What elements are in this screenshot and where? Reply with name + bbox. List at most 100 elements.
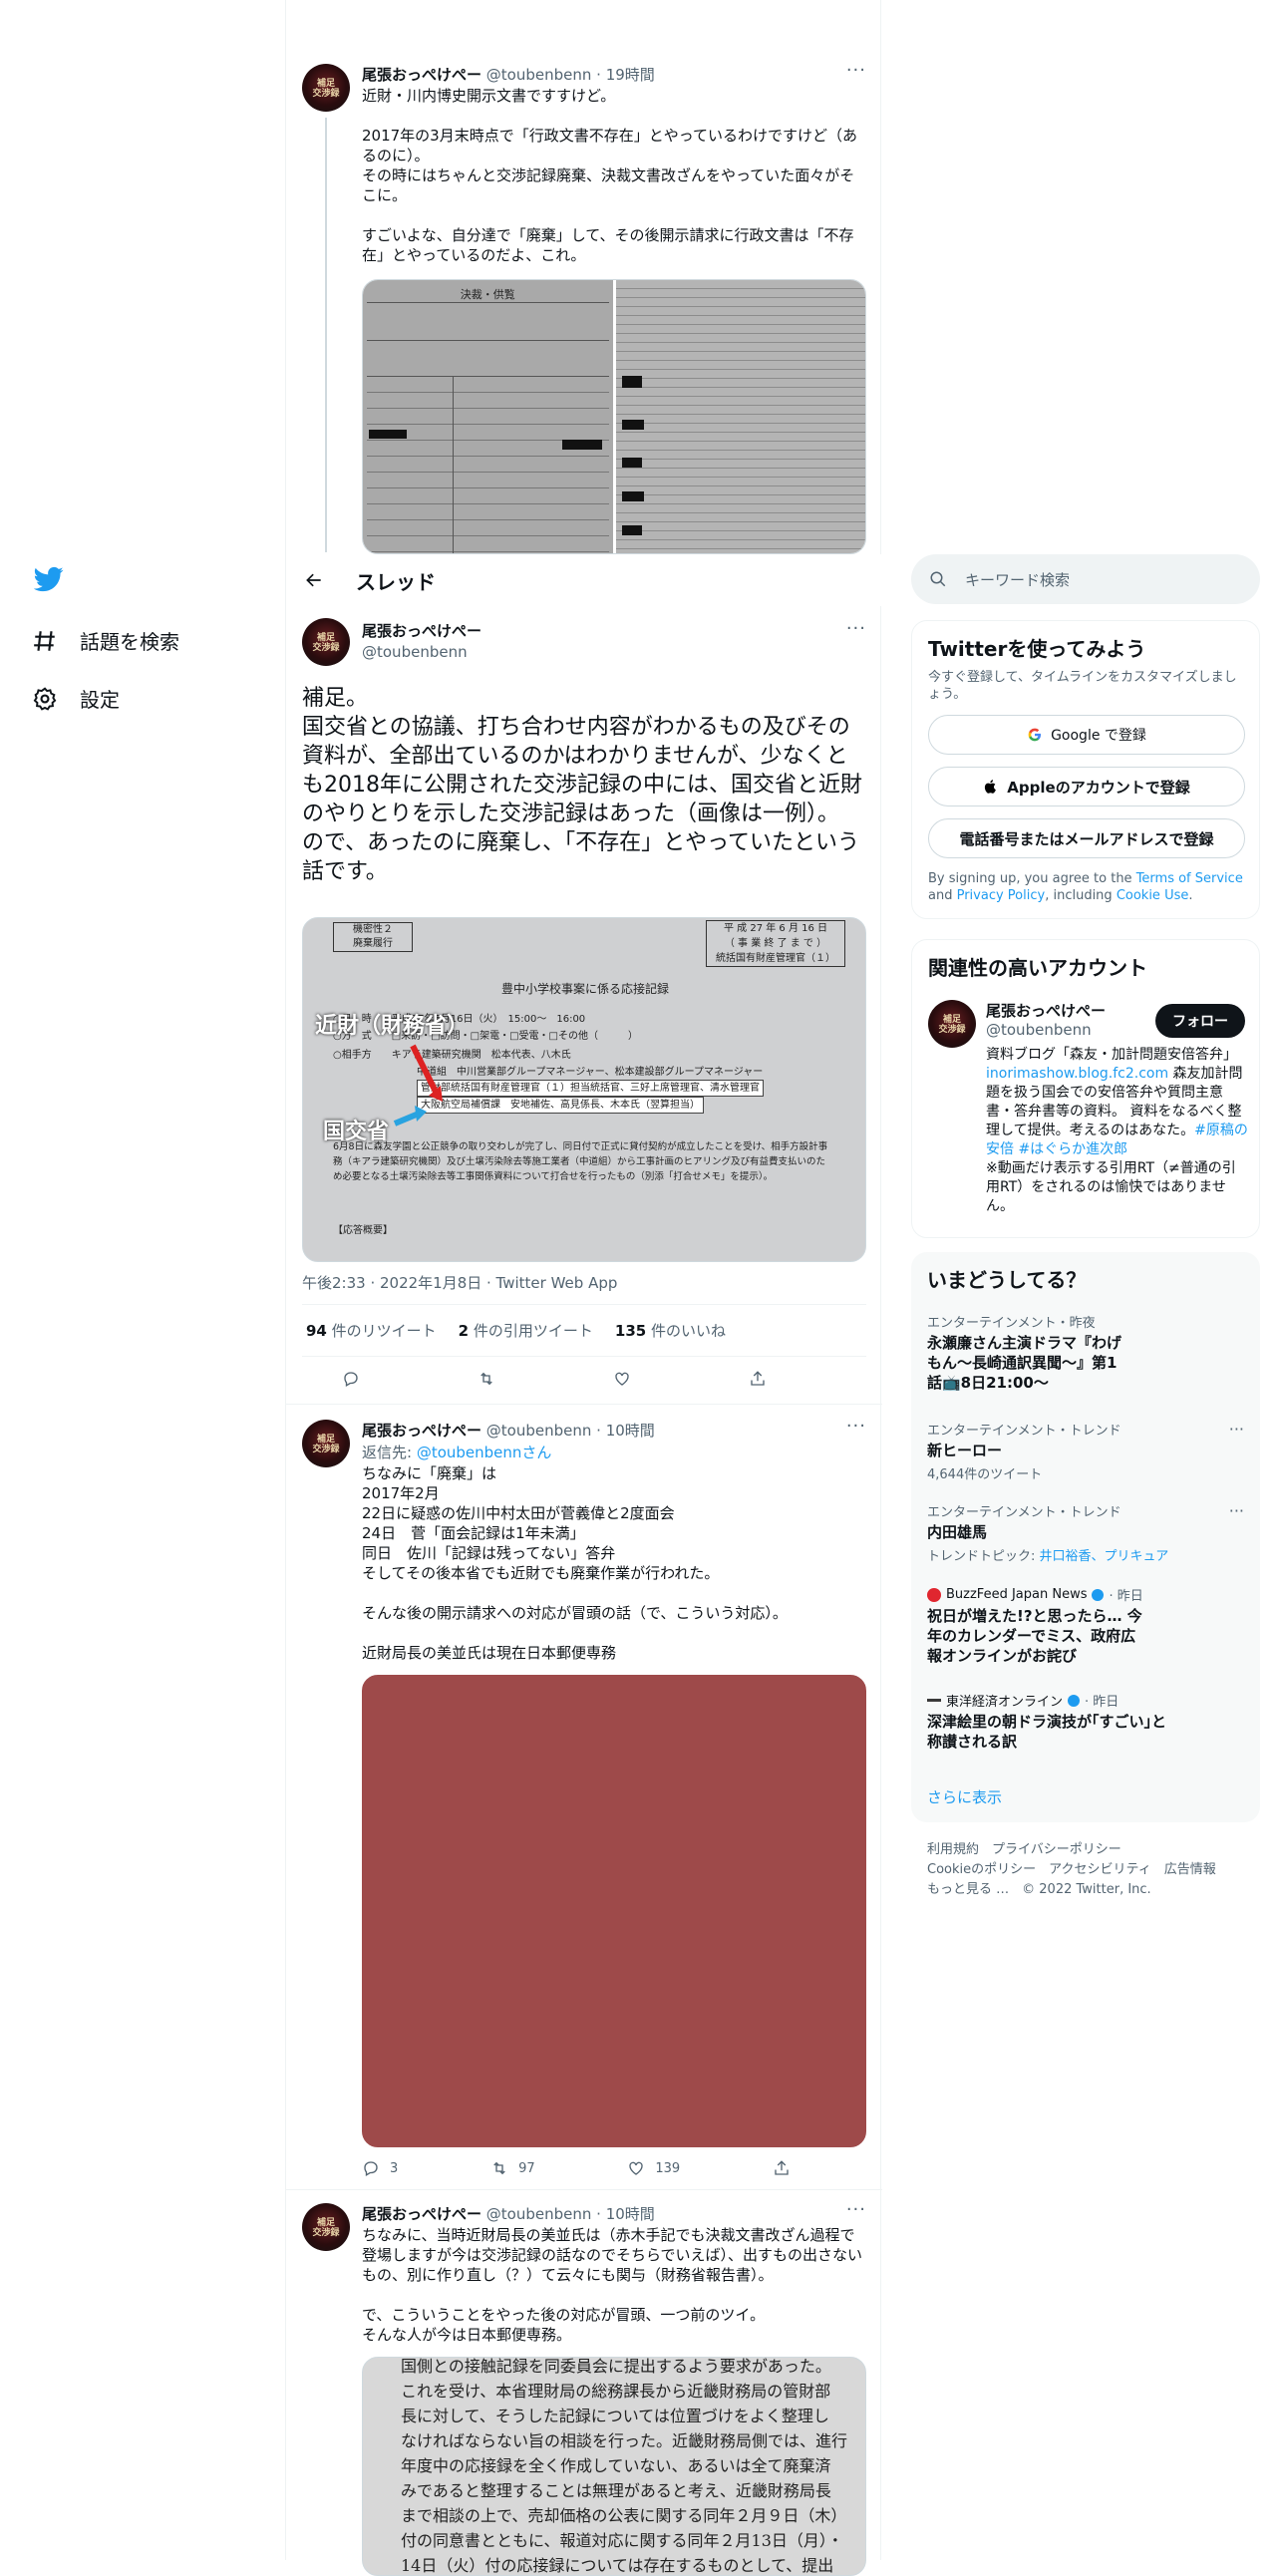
tweet-text: ちなみに、当時近財局長の美並氏は（赤木手記でも決裁文書改ざん過程で登場しますが今… — [362, 2226, 863, 2344]
share-button[interactable] — [773, 2159, 791, 2177]
buzzfeed-logo-icon — [927, 1587, 941, 1602]
tweet-time[interactable]: · 19時間 — [596, 66, 655, 84]
avatar[interactable]: 補足 交渉録 — [302, 618, 350, 666]
retweet-button[interactable] — [478, 1370, 495, 1388]
show-more-link[interactable]: さらに表示 — [927, 1786, 1002, 1807]
footer-ads[interactable]: 広告情報 — [1164, 1862, 1216, 1877]
more-icon[interactable]: ··· — [846, 2199, 866, 2220]
doc-line: 国側との接触記録を同委員会に提出するよう要求があった。 — [401, 2357, 831, 2376]
phone-email-signup-button[interactable]: 電話番号またはメールアドレスで登録 — [928, 818, 1245, 858]
avatar[interactable]: 補足 交渉録 — [302, 1420, 350, 1467]
share-icon — [775, 2160, 789, 2175]
search-box[interactable]: キーワード検索 — [911, 554, 1260, 604]
news-item[interactable]: 東洋経済オンライン · 昨日 深津絵里の朝ドラ演技が｢すごい｣と称讃される訳 — [927, 1691, 1244, 1752]
quote-count[interactable]: 2 件の引用ツイート — [459, 1320, 593, 1341]
news-item[interactable]: BuzzFeed Japan News · 昨日 祝日が増えた!?と思ったら… 今… — [927, 1585, 1244, 1666]
like-count: 139 — [655, 2160, 681, 2176]
reply-button[interactable] — [342, 1370, 360, 1388]
author-name[interactable]: 尾張おっぺけぺー — [362, 620, 481, 641]
avatar[interactable]: 補足 交渉録 — [928, 1000, 976, 1048]
author-handle[interactable]: @toubenbenn — [486, 66, 592, 84]
trend-item[interactable]: エンターテインメント・昨夜 永瀬廉さん主演ドラマ『わげもん～長崎通訳異聞～』第1… — [927, 1312, 1244, 1393]
more-icon[interactable]: ··· — [1229, 1420, 1244, 1439]
like-count[interactable]: 135 件のいいね — [615, 1320, 726, 1341]
back-button[interactable] — [286, 570, 342, 590]
share-button[interactable] — [749, 1370, 767, 1388]
tweet-media[interactable]: 決裁・供覧 — [362, 279, 866, 554]
retweet-button[interactable]: 97 — [490, 2159, 535, 2177]
gear-icon — [33, 686, 57, 711]
nav-explore[interactable]: 話題を検索 — [32, 626, 179, 655]
privacy-link[interactable]: Privacy Policy — [957, 888, 1046, 903]
footer-copyright: © 2022 Twitter, Inc. — [1022, 1882, 1151, 1897]
footer-more[interactable]: もっと見る … — [927, 1882, 1009, 1897]
arrows-overlay — [393, 1044, 443, 1127]
tweet-media[interactable]: 機密性２ 廃棄履行 平 成 27 年 6 月 16 日 （ 事 業 終 了 ま … — [302, 917, 866, 1262]
main-tweet-actions — [342, 1370, 767, 1388]
arrow-left-icon — [306, 573, 321, 587]
twitter-logo[interactable] — [33, 564, 64, 594]
avatar[interactable]: 補足 交渉録 — [302, 64, 350, 112]
author-name[interactable]: 尾張おっぺけぺー — [362, 1422, 481, 1440]
footer-terms[interactable]: 利用規約 — [927, 1842, 979, 1857]
nav-settings[interactable]: 設定 — [32, 684, 120, 713]
trend-topic: トレンドトピック: 井口裕香、プリキュア — [927, 1549, 1169, 1564]
tweet-media[interactable]: 国側との接触記録を同委員会に提出するよう要求があった。 これを受け、本省理財局の… — [362, 2357, 866, 2576]
trend-title: 新ヒーロー — [927, 1442, 1003, 1459]
thread-line — [325, 118, 327, 552]
tweet-time[interactable]: · 10時間 — [596, 2205, 655, 2223]
more-icon[interactable]: ··· — [1229, 1501, 1244, 1520]
follow-button[interactable]: フォロー — [1155, 1004, 1245, 1038]
footer-links: 利用規約 プライバシーポリシー Cookieのポリシー アクセシビリティ 広告情… — [927, 1840, 1246, 1900]
hashtag-icon — [34, 630, 55, 651]
tweet-text: 近財・川内博史開示文書ですすけど。 2017年の3月末時点で「行政文書不存在」と… — [362, 87, 857, 264]
author-handle[interactable]: @toubenbenn — [362, 643, 481, 661]
reply-count: 3 — [390, 2160, 399, 2176]
parent-tweet[interactable]: 補足 交渉録 尾張おっぺけぺー @toubenbenn · 19時間 ··· 近財… — [286, 52, 882, 554]
author-handle[interactable]: @toubenbenn — [486, 1422, 592, 1440]
reply-tweet-1[interactable]: 補足 交渉録 尾張おっぺけぺー @toubenbenn · 10時間 ··· 返信… — [286, 1406, 882, 2179]
more-icon[interactable]: ··· — [846, 1416, 866, 1437]
reply-to-link[interactable]: @toubenbennさん — [417, 1444, 552, 1461]
doc-line: みであると整理することは無理があると考え、近畿財務局長 — [401, 2481, 831, 2500]
footer-cookie[interactable]: Cookieのポリシー — [927, 1862, 1036, 1877]
related-handle[interactable]: @toubenbenn — [986, 1021, 1106, 1039]
author-handle[interactable]: @toubenbenn — [486, 2205, 592, 2223]
apple-icon — [985, 780, 997, 794]
more-icon[interactable]: ··· — [846, 60, 866, 81]
signup-terms: By signing up, you agree to the Terms of… — [928, 871, 1243, 903]
reply-tweet-2[interactable]: 補足 交渉録 尾張おっぺけぺー @toubenbenn · 10時間 ··· ちな… — [286, 2189, 882, 2576]
trend-item[interactable]: エンターテインメント・トレンド 内田雄馬 トレンドトピック: 井口裕香、プリキュ… — [927, 1501, 1244, 1564]
retweet-count[interactable]: 94 件のリツイート — [306, 1320, 437, 1341]
cookie-link[interactable]: Cookie Use — [1117, 888, 1189, 903]
tweet-text: ちなみに「廃棄」は 2017年2月 22日に疑惑の佐川中村太田が菅義偉と2度面会… — [362, 1464, 788, 1662]
bio-link[interactable]: inorimashow.blog.fc2.com — [986, 1066, 1168, 1082]
apple-signup-label: Appleのアカウントで登録 — [1007, 778, 1190, 797]
terms-link[interactable]: Terms of Service — [1136, 871, 1243, 886]
related-name[interactable]: 尾張おっぺけぺー — [986, 1000, 1106, 1021]
like-button[interactable] — [613, 1370, 631, 1388]
apple-signup-button[interactable]: Appleのアカウントで登録 — [928, 767, 1245, 806]
reply-icon — [364, 2161, 378, 2176]
trend-tweet-count: 4,644件のツイート — [927, 1467, 1043, 1482]
signup-title: Twitterを使ってみよう — [928, 637, 1146, 661]
news-source: BuzzFeed Japan News · 昨日 — [927, 1585, 1244, 1604]
tweet-media[interactable] — [362, 1675, 866, 2147]
author-name[interactable]: 尾張おっぺけぺー — [362, 66, 481, 84]
footer-accessibility[interactable]: アクセシビリティ — [1049, 1862, 1151, 1877]
footer-privacy[interactable]: プライバシーポリシー — [992, 1842, 1121, 1857]
more-icon[interactable]: ··· — [846, 618, 866, 639]
document-image-2 — [615, 280, 865, 553]
reply-icon — [344, 1372, 358, 1387]
like-button[interactable]: 139 — [627, 2159, 680, 2177]
reply-button[interactable]: 3 — [362, 2159, 398, 2177]
news-title: 祝日が増えた!?と思ったら… 今年のカレンダーでミス、政府広報オンラインがお詫び — [927, 1607, 1142, 1665]
google-icon — [1028, 728, 1042, 742]
trend-item[interactable]: エンターテインメント・トレンド 新ヒーロー 4,644件のツイート ··· — [927, 1420, 1244, 1482]
retweet-icon — [493, 2161, 505, 2175]
google-signup-button[interactable]: Google で登録 — [928, 715, 1245, 755]
tweet-time[interactable]: · 10時間 — [596, 1422, 655, 1440]
tweet-timestamp[interactable]: 午後2:33 · 2022年1月8日 · Twitter Web App — [302, 1272, 617, 1293]
author-name[interactable]: 尾張おっぺけぺー — [362, 2205, 481, 2223]
avatar[interactable]: 補足 交渉録 — [302, 2203, 350, 2251]
